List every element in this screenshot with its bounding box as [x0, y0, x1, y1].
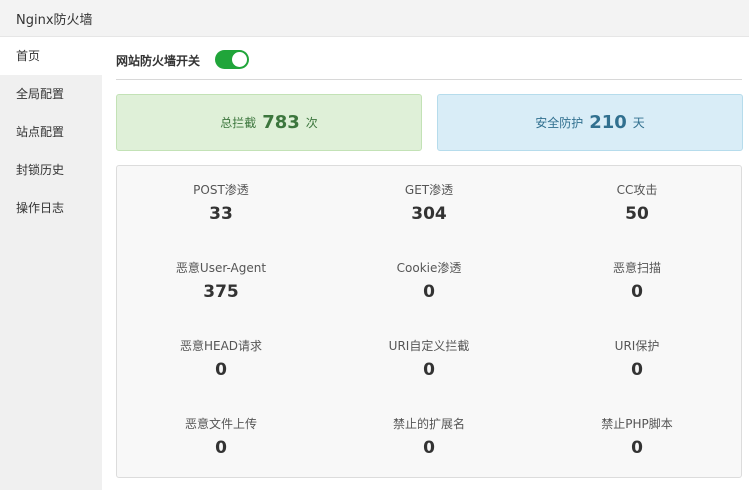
stat-item: GET渗透 304 — [325, 182, 533, 225]
stat-value: 0 — [215, 360, 227, 380]
total-blocked-unit: 次 — [305, 116, 318, 130]
toggle-knob — [232, 52, 247, 67]
protection-days-prefix: 安全防护 — [535, 116, 584, 130]
stat-label: 恶意扫描 — [612, 261, 661, 275]
stat-label: 恶意HEAD请求 — [179, 339, 263, 353]
stat-item: 禁止的扩展名 0 — [325, 416, 533, 459]
stat-value: 0 — [215, 438, 227, 458]
protection-days-unit: 天 — [632, 116, 645, 130]
stat-label: 恶意User-Agent — [175, 261, 267, 275]
stat-label: URI自定义拦截 — [388, 339, 470, 353]
stat-item: POST渗透 33 — [117, 182, 325, 225]
stat-label: URI保护 — [614, 339, 660, 353]
stat-label: CC攻击 — [616, 183, 658, 197]
stat-item: 恶意User-Agent 375 — [117, 260, 325, 303]
total-blocked-card: 总拦截 783 次 — [116, 94, 422, 151]
stat-label: 禁止PHP脚本 — [601, 417, 673, 431]
stats-panel: POST渗透 33 GET渗透 304 CC攻击 50 恶意User-Agent… — [116, 165, 742, 478]
divider — [116, 79, 742, 80]
stat-item: 恶意HEAD请求 0 — [117, 338, 325, 381]
firewall-toggle[interactable] — [215, 50, 249, 69]
stat-label: Cookie渗透 — [396, 261, 462, 275]
stat-value: 50 — [625, 204, 649, 224]
stat-item: 恶意文件上传 0 — [117, 416, 325, 459]
sidebar-item-label: 站点配置 — [16, 125, 65, 139]
stat-label: POST渗透 — [193, 183, 249, 197]
stat-value: 375 — [203, 282, 239, 302]
stat-item: URI保护 0 — [533, 338, 741, 381]
sidebar-item-label: 操作日志 — [16, 201, 65, 215]
sidebar-item-site-config[interactable]: 站点配置 — [0, 113, 102, 151]
main-panel: 网站防火墙开关 总拦截 783 次 安全防护 210 天 POST渗透 33 G… — [102, 37, 749, 490]
firewall-switch-label: 网站防火墙开关 — [116, 54, 201, 68]
stat-item: 恶意扫描 0 — [533, 260, 741, 303]
window-title: Nginx防火墙 — [16, 13, 93, 28]
protection-days-card: 安全防护 210 天 — [437, 94, 743, 151]
sidebar-item-label: 封锁历史 — [16, 163, 65, 177]
stat-value: 0 — [631, 438, 643, 458]
stat-value: 0 — [423, 282, 435, 302]
sidebar: 首页 全局配置 站点配置 封锁历史 操作日志 — [0, 37, 102, 490]
window-titlebar: Nginx防火墙 — [0, 0, 749, 37]
sidebar-item-operation-log[interactable]: 操作日志 — [0, 189, 102, 227]
stat-item: CC攻击 50 — [533, 182, 741, 225]
sidebar-item-global-config[interactable]: 全局配置 — [0, 75, 102, 113]
stat-value: 0 — [631, 282, 643, 302]
stat-item: URI自定义拦截 0 — [325, 338, 533, 381]
protection-days-value: 210 — [589, 112, 627, 133]
stat-value: 0 — [423, 360, 435, 380]
stat-value: 0 — [423, 438, 435, 458]
stat-value: 33 — [209, 204, 233, 224]
stat-value: 304 — [411, 204, 447, 224]
sidebar-item-home[interactable]: 首页 — [0, 37, 102, 75]
stat-label: 禁止的扩展名 — [392, 417, 465, 431]
sidebar-item-block-history[interactable]: 封锁历史 — [0, 151, 102, 189]
total-blocked-value: 783 — [262, 112, 300, 133]
stat-label: 恶意文件上传 — [184, 417, 257, 431]
sidebar-item-label: 首页 — [16, 49, 41, 63]
stat-item: Cookie渗透 0 — [325, 260, 533, 303]
total-blocked-prefix: 总拦截 — [220, 116, 257, 130]
stat-item: 禁止PHP脚本 0 — [533, 416, 741, 459]
stat-value: 0 — [631, 360, 643, 380]
sidebar-item-label: 全局配置 — [16, 87, 65, 101]
stat-label: GET渗透 — [404, 183, 454, 197]
